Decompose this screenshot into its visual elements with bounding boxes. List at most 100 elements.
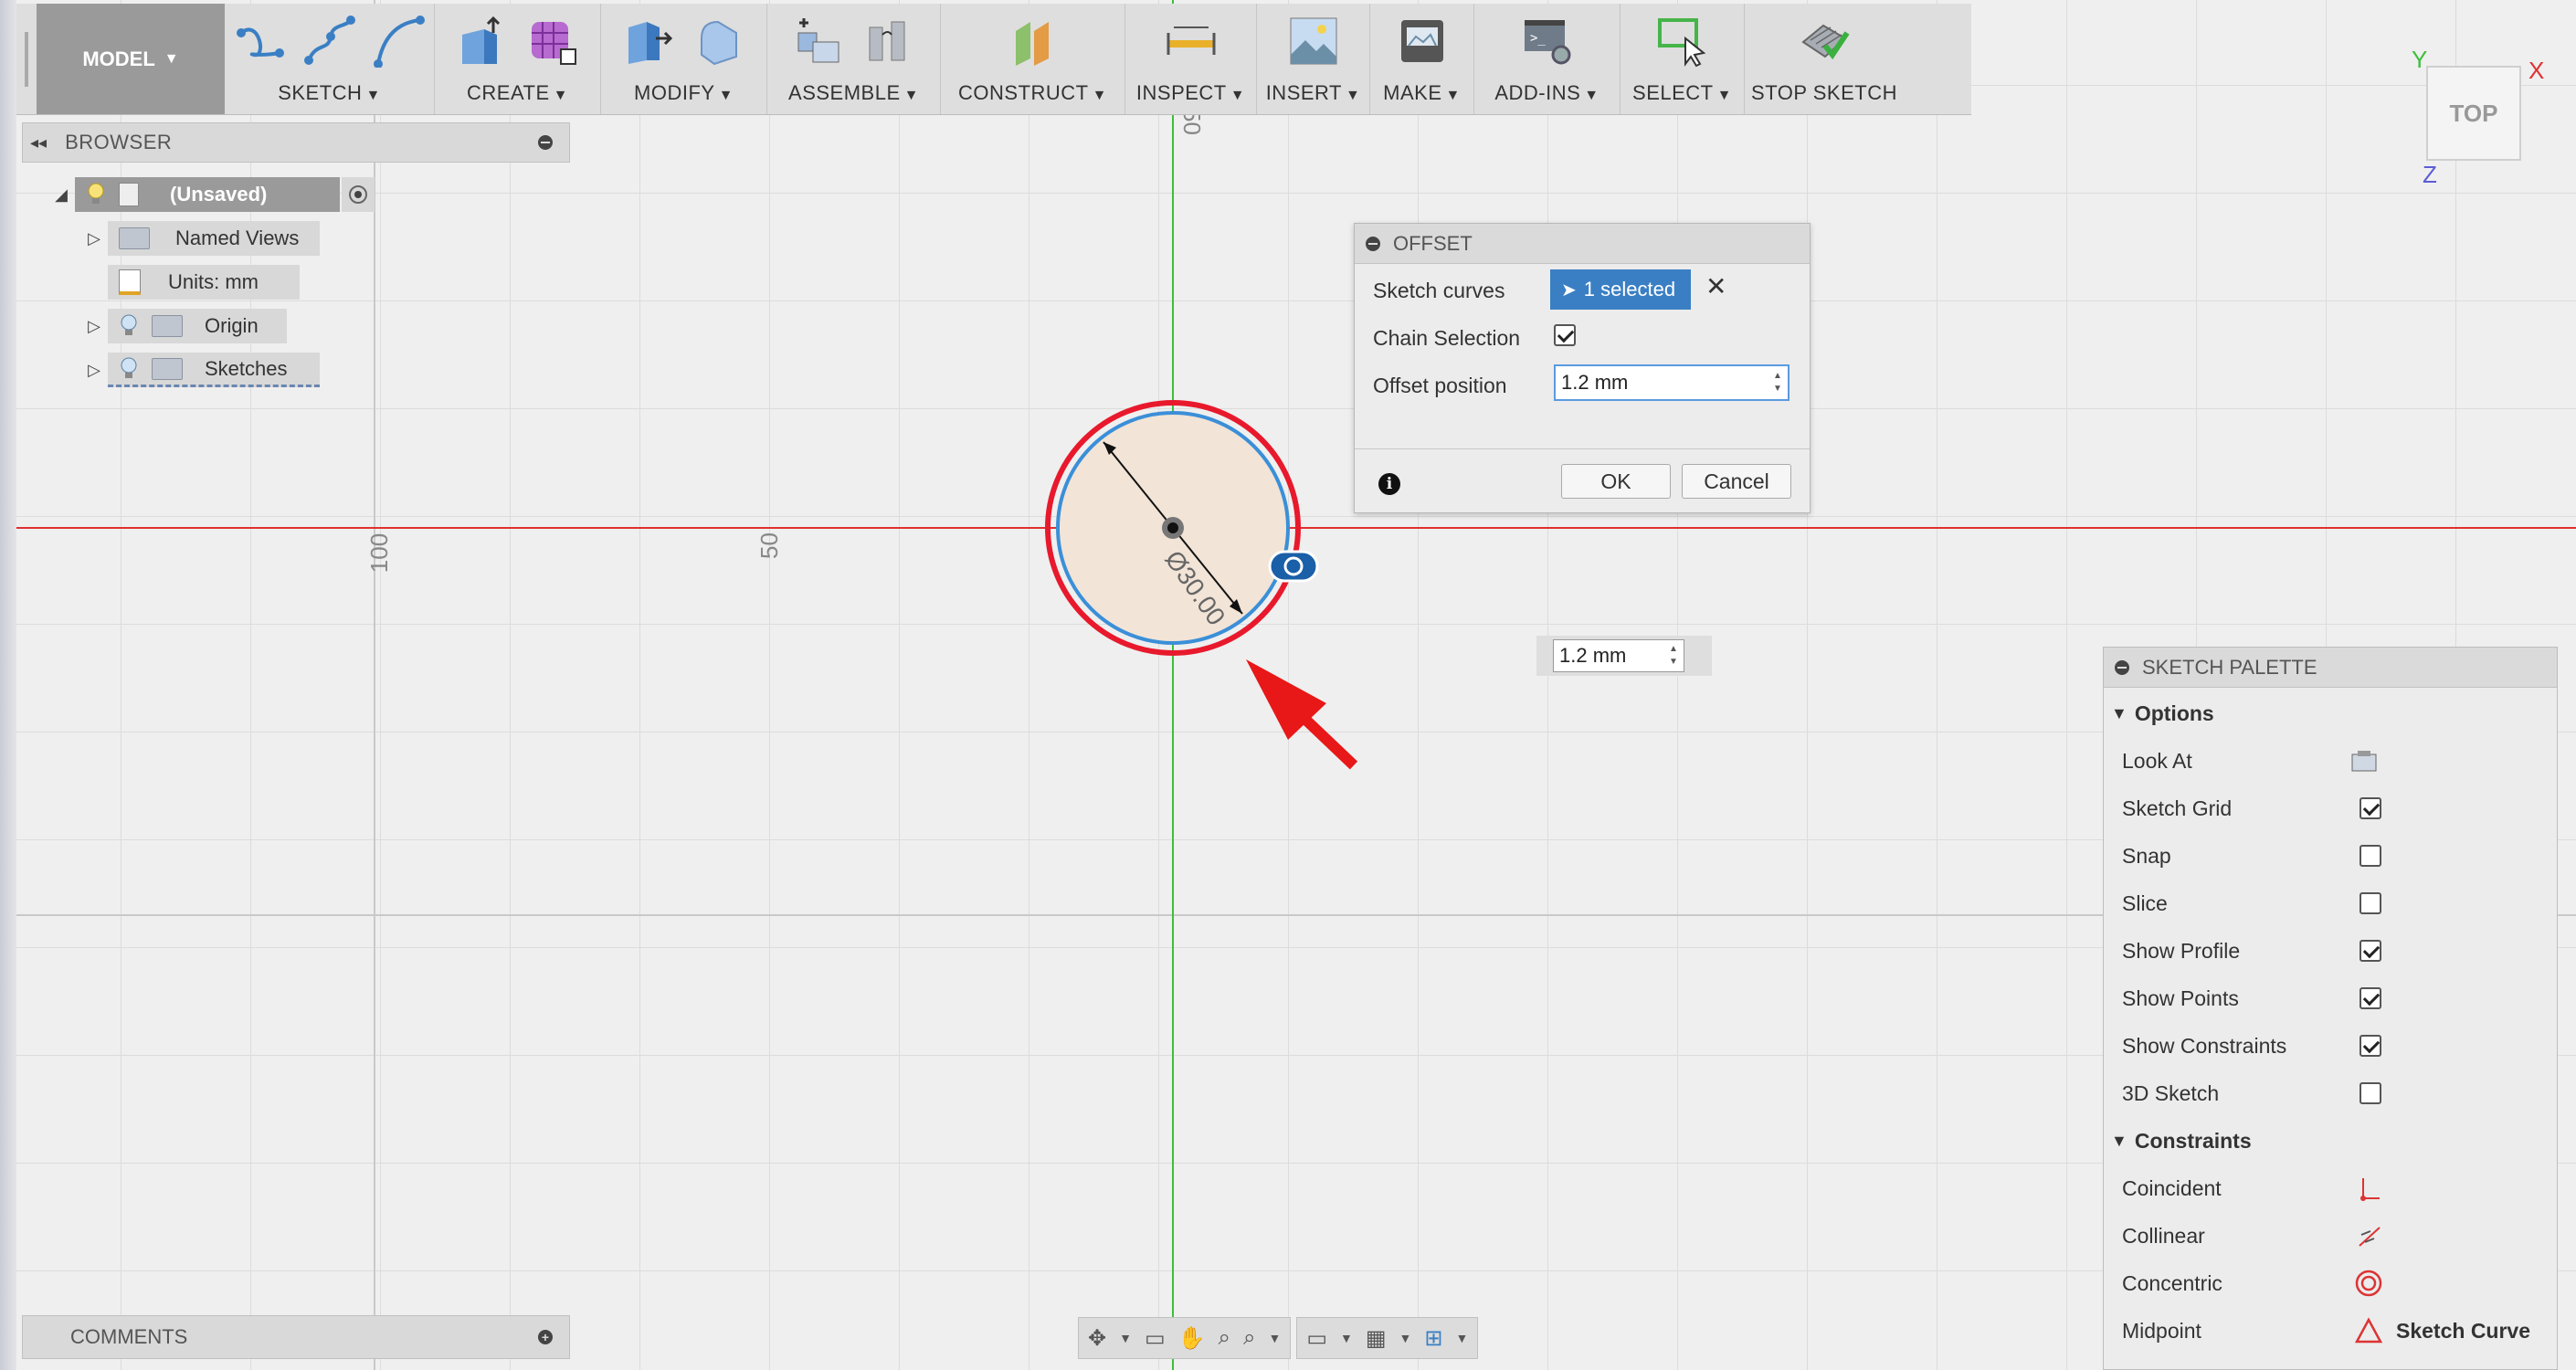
- sketch-grid-checkbox[interactable]: [2360, 797, 2381, 819]
- browser-item-sketches[interactable]: Sketches: [108, 353, 320, 387]
- dialog-minimize-icon[interactable]: [1366, 236, 1380, 251]
- show-constraints-checkbox[interactable]: [2360, 1035, 2381, 1057]
- comments-panel-header[interactable]: COMMENTS +: [22, 1315, 570, 1359]
- collapsed-triangle-icon[interactable]: ▷: [80, 361, 108, 380]
- toolbar-group-insert[interactable]: INSERT ▼: [1257, 4, 1370, 114]
- show-profile-checkbox[interactable]: [2360, 940, 2381, 962]
- browser-row-named-views[interactable]: ▷ Named Views: [80, 220, 320, 257]
- browser-row-units[interactable]: Units: mm: [108, 264, 300, 300]
- toolbar-group-assemble[interactable]: ASSEMBLE ▼: [767, 4, 941, 114]
- select-icon[interactable]: [1656, 15, 1709, 68]
- slice-checkbox[interactable]: [2360, 892, 2381, 914]
- press-pull-icon[interactable]: [623, 15, 676, 68]
- chevron-down-icon[interactable]: ▼: [1340, 1331, 1353, 1345]
- constraints-section-header[interactable]: ▼ Constraints: [2111, 1117, 2531, 1164]
- ok-button[interactable]: OK: [1561, 464, 1671, 499]
- palette-minimize-icon[interactable]: [2115, 659, 2129, 675]
- look-at-icon[interactable]: ▭: [1145, 1325, 1166, 1352]
- options-section-header[interactable]: ▼ Options: [2111, 690, 2531, 737]
- offset-dialog-header[interactable]: OFFSET: [1355, 224, 1810, 264]
- add-comment-icon[interactable]: +: [538, 1330, 553, 1344]
- collinear-constraint-icon[interactable]: [2356, 1222, 2383, 1249]
- browser-row-origin[interactable]: ▷ Origin: [80, 308, 287, 344]
- line-tool-icon[interactable]: [234, 15, 287, 68]
- browser-item-origin[interactable]: Origin: [108, 309, 287, 343]
- collapse-double-left-icon[interactable]: ◂◂: [30, 133, 47, 153]
- toolbar-group-select[interactable]: SELECT ▼: [1621, 4, 1745, 114]
- snap-checkbox[interactable]: [2360, 845, 2381, 867]
- chain-selection-checkbox[interactable]: [1554, 324, 1576, 346]
- collapsed-triangle-icon[interactable]: ▷: [80, 229, 108, 248]
- browser-item-units[interactable]: Units: mm: [108, 265, 300, 300]
- cancel-button[interactable]: Cancel: [1682, 464, 1791, 499]
- activate-radio-icon[interactable]: [342, 177, 375, 212]
- chevron-down-icon[interactable]: ▼: [1268, 1331, 1281, 1345]
- measure-icon[interactable]: [1165, 15, 1218, 68]
- midpoint-constraint-icon[interactable]: [2354, 1317, 2383, 1344]
- fit-zoom-icon[interactable]: ⌕: [1243, 1325, 1255, 1351]
- lightbulb-icon[interactable]: [119, 313, 139, 339]
- look-at-icon[interactable]: [2350, 749, 2378, 773]
- stop-sketch-button[interactable]: STOP SKETCH: [1745, 4, 1904, 114]
- fillet-icon[interactable]: [692, 15, 745, 68]
- browser-item-named-views[interactable]: Named Views: [108, 221, 320, 256]
- arc-tool-icon[interactable]: [373, 15, 426, 68]
- browser-root-row[interactable]: ◢ (Unsaved): [48, 176, 375, 213]
- 3d-sketch-checkbox[interactable]: [2360, 1082, 2381, 1104]
- floating-offset-input[interactable]: 1.2 mm ▲ ▼: [1553, 639, 1684, 672]
- palette-row-show-profile[interactable]: Show Profile: [2122, 927, 2542, 975]
- extrude-icon[interactable]: [457, 15, 510, 68]
- stop-sketch-icon[interactable]: [1798, 15, 1851, 68]
- concentric-constraint-icon[interactable]: [2354, 1269, 2383, 1298]
- chevron-down-icon[interactable]: ▼: [1399, 1331, 1412, 1345]
- form-icon[interactable]: [526, 15, 579, 68]
- display-settings-icon[interactable]: ▭: [1306, 1325, 1327, 1352]
- palette-row-sketch-grid[interactable]: Sketch Grid: [2122, 785, 2542, 832]
- palette-row-concentric[interactable]: Concentric: [2122, 1259, 2542, 1307]
- sketch-palette-header[interactable]: SKETCH PALETTE: [2104, 648, 2557, 688]
- toolbar-group-add-ins[interactable]: >_ ADD-INS ▼: [1474, 4, 1621, 114]
- sketch-curves-selection-button[interactable]: ➤ 1 selected: [1550, 269, 1691, 310]
- new-component-icon[interactable]: [793, 15, 846, 68]
- palette-row-look-at[interactable]: Look At: [2122, 737, 2542, 785]
- expanded-triangle-icon[interactable]: ◢: [48, 185, 75, 205]
- palette-row-midpoint[interactable]: Midpoint Sketch Curve: [2122, 1307, 2542, 1354]
- viewcube[interactable]: TOP: [2426, 66, 2521, 161]
- palette-row-3d-sketch[interactable]: 3D Sketch: [2122, 1070, 2542, 1117]
- viewports-icon[interactable]: ⊞: [1424, 1325, 1442, 1352]
- toolbar-group-inspect[interactable]: INSPECT ▼: [1125, 4, 1257, 114]
- offset-position-input[interactable]: 1.2 mm ▲ ▼: [1554, 364, 1789, 401]
- collapsed-triangle-icon[interactable]: ▷: [80, 317, 108, 336]
- spinner-arrows-icon[interactable]: ▲ ▼: [1667, 643, 1680, 669]
- palette-row-show-points[interactable]: Show Points: [2122, 975, 2542, 1022]
- insert-image-icon[interactable]: [1287, 15, 1340, 68]
- toolbar-group-make[interactable]: MAKE ▼: [1370, 4, 1474, 114]
- scripts-icon[interactable]: >_: [1521, 15, 1574, 68]
- palette-row-show-constraints[interactable]: Show Constraints: [2122, 1022, 2542, 1070]
- toolbar-group-modify[interactable]: MODIFY ▼: [601, 4, 767, 114]
- browser-panel-header[interactable]: ◂◂ BROWSER: [22, 122, 570, 163]
- palette-row-collinear[interactable]: Collinear: [2122, 1212, 2542, 1259]
- chevron-down-icon[interactable]: ▼: [1119, 1331, 1132, 1345]
- clear-selection-close-icon[interactable]: ✕: [1705, 271, 1726, 301]
- show-points-checkbox[interactable]: [2360, 987, 2381, 1009]
- info-icon[interactable]: i: [1378, 473, 1400, 495]
- orbit-icon[interactable]: ✥: [1088, 1325, 1106, 1352]
- toolbar-group-construct[interactable]: CONSTRUCT ▼: [941, 4, 1125, 114]
- workspace-switcher-button[interactable]: MODEL ▼: [37, 4, 225, 114]
- zoom-icon[interactable]: ⌕: [1219, 1325, 1230, 1351]
- toolbar-group-sketch[interactable]: SKETCH ▼: [225, 4, 435, 114]
- lightbulb-icon[interactable]: [119, 356, 139, 382]
- offset-plane-icon[interactable]: [1007, 15, 1060, 68]
- toolbar-grip[interactable]: [16, 4, 37, 114]
- browser-minimize-icon[interactable]: [538, 135, 553, 150]
- chevron-down-icon[interactable]: ▼: [1456, 1331, 1469, 1345]
- spinner-arrows-icon[interactable]: ▲ ▼: [1771, 370, 1784, 395]
- browser-row-sketches[interactable]: ▷ Sketches: [80, 352, 320, 388]
- lightbulb-icon[interactable]: [86, 182, 106, 207]
- palette-row-slice[interactable]: Slice: [2122, 880, 2542, 927]
- grid-settings-icon[interactable]: ▦: [1366, 1325, 1387, 1352]
- browser-item-unsaved[interactable]: (Unsaved): [75, 177, 340, 212]
- coincident-constraint-icon[interactable]: [2356, 1175, 2383, 1202]
- palette-row-coincident[interactable]: Coincident: [2122, 1164, 2542, 1212]
